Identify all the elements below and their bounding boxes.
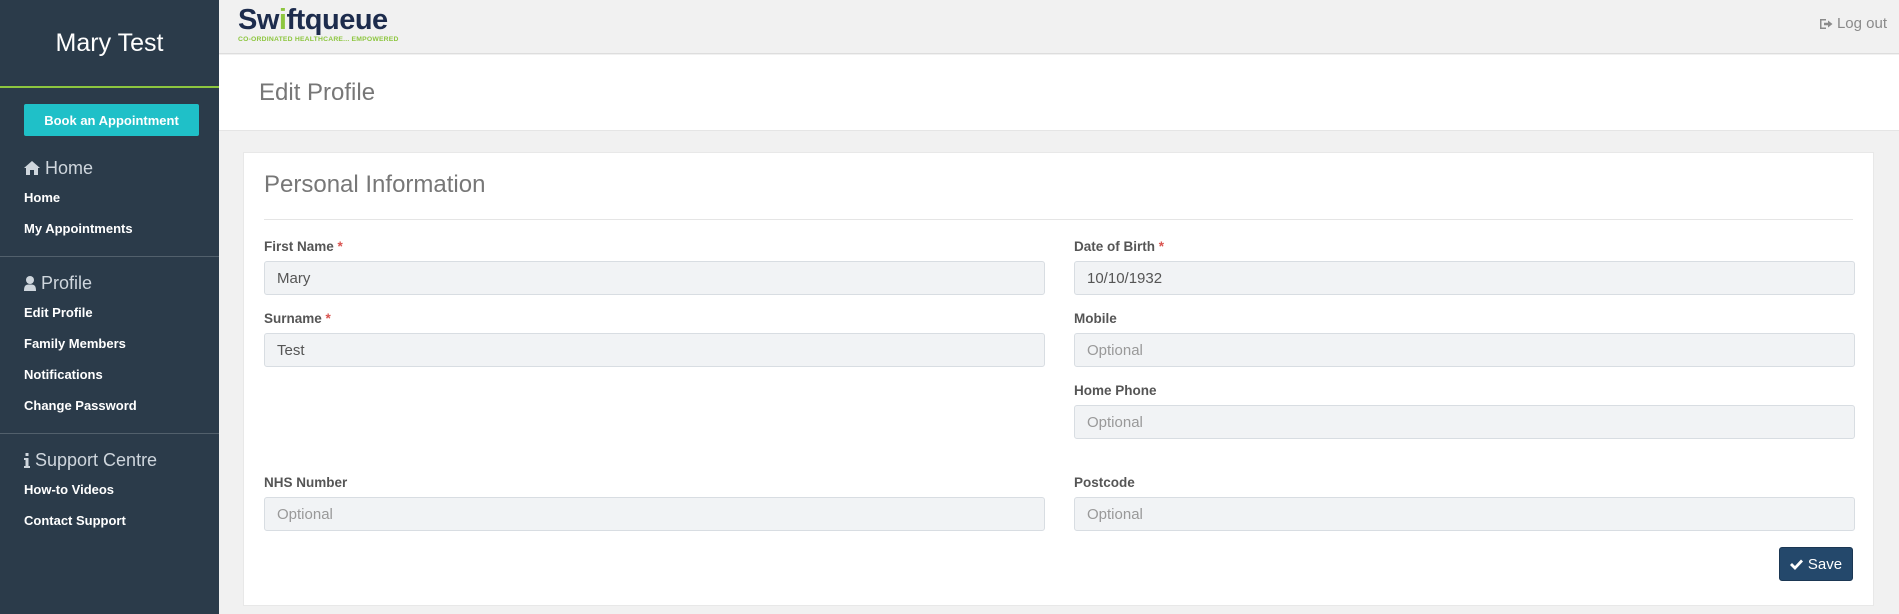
personal-information-card: Personal Information First Name * Date o… — [243, 152, 1874, 606]
nhs-number-label: NHS Number — [264, 475, 348, 490]
dob-input[interactable] — [1074, 261, 1855, 295]
user-name: Mary Test — [55, 28, 164, 57]
book-appointment-button[interactable]: Book an Appointment — [24, 104, 199, 136]
nav-section-profile: Profile Edit Profile Family Members Noti… — [0, 269, 219, 421]
page-title-bar: Edit Profile — [219, 55, 1899, 131]
nav-section-label: Profile — [41, 272, 93, 293]
page-title: Edit Profile — [259, 79, 376, 106]
home-icon — [24, 161, 40, 175]
label-text: Date of Birth — [1074, 239, 1155, 254]
label-text: Surname — [264, 311, 322, 326]
dob-group: Date of Birth * — [1074, 239, 1855, 295]
save-label: Save — [1807, 555, 1843, 573]
surname-input[interactable] — [264, 333, 1045, 367]
sidebar-item-my-appointments[interactable]: My Appointments — [24, 213, 195, 244]
section-title: Personal Information — [264, 171, 486, 198]
sidebar-item-notifications[interactable]: Notifications — [24, 359, 195, 390]
sidebar-item-edit-profile[interactable]: Edit Profile — [24, 297, 195, 328]
logo-tagline: CO-ORDINATED HEALTHCARE... EMPOWERED — [238, 36, 399, 43]
dob-label: Date of Birth * — [1074, 239, 1855, 259]
label-text: First Name — [264, 239, 334, 254]
required-mark: * — [1158, 239, 1165, 254]
sidebar: Mary Test Book an Appointment Home Home … — [0, 0, 219, 614]
first-name-input[interactable] — [264, 261, 1045, 295]
check-icon — [1789, 559, 1803, 570]
logo-text-part: ftqueue — [286, 4, 388, 36]
mobile-group: Mobile — [1074, 311, 1855, 367]
nav-section-title-home: Home — [24, 154, 195, 182]
first-name-label: First Name * — [264, 239, 1045, 259]
postcode-label: Postcode — [1074, 475, 1135, 490]
sidebar-item-contact-support[interactable]: Contact Support — [24, 505, 195, 536]
nav-divider — [0, 256, 219, 257]
sidebar-item-how-to-videos[interactable]: How-to Videos — [24, 474, 195, 505]
logo-wordmark: Swiftqueue — [238, 4, 399, 36]
save-button[interactable]: Save — [1779, 547, 1853, 581]
sidebar-header: Mary Test — [0, 0, 219, 88]
nav-section-title-profile: Profile — [24, 269, 195, 297]
nav-section-support: Support Centre How-to Videos Contact Sup… — [0, 446, 219, 536]
swiftqueue-logo[interactable]: Swiftqueue CO-ORDINATED HEALTHCARE... EM… — [238, 4, 399, 43]
logout-link[interactable]: Log out — [1819, 15, 1887, 32]
nav-divider — [0, 433, 219, 434]
logo-text-part: Sw — [238, 4, 279, 36]
home-phone-input[interactable] — [1074, 405, 1855, 439]
nhs-number-group: NHS Number — [264, 475, 1045, 531]
required-mark: * — [337, 239, 343, 254]
first-name-group: First Name * — [264, 239, 1045, 295]
mobile-label: Mobile — [1074, 311, 1117, 326]
mobile-input[interactable] — [1074, 333, 1855, 367]
sidebar-item-home[interactable]: Home — [24, 182, 195, 213]
top-bar: Swiftqueue CO-ORDINATED HEALTHCARE... EM… — [219, 0, 1899, 54]
nav-section-home: Home Home My Appointments — [0, 154, 219, 244]
required-mark: * — [325, 311, 331, 326]
section-divider — [264, 219, 1853, 220]
nav-section-label: Support Centre — [35, 449, 158, 470]
nhs-number-input[interactable] — [264, 497, 1045, 531]
sign-out-icon — [1819, 18, 1833, 29]
nav-section-title-support: Support Centre — [24, 446, 195, 474]
surname-label: Surname * — [264, 311, 1045, 331]
user-icon — [24, 275, 36, 291]
sidebar-item-change-password[interactable]: Change Password — [24, 390, 195, 421]
home-phone-group: Home Phone — [1074, 383, 1855, 439]
home-phone-label: Home Phone — [1074, 383, 1157, 398]
logout-label: Log out — [1836, 15, 1887, 32]
postcode-input[interactable] — [1074, 497, 1855, 531]
info-icon — [24, 452, 30, 468]
sidebar-item-family-members[interactable]: Family Members — [24, 328, 195, 359]
surname-group: Surname * — [264, 311, 1045, 367]
nav-section-label: Home — [45, 157, 94, 178]
postcode-group: Postcode — [1074, 475, 1855, 531]
